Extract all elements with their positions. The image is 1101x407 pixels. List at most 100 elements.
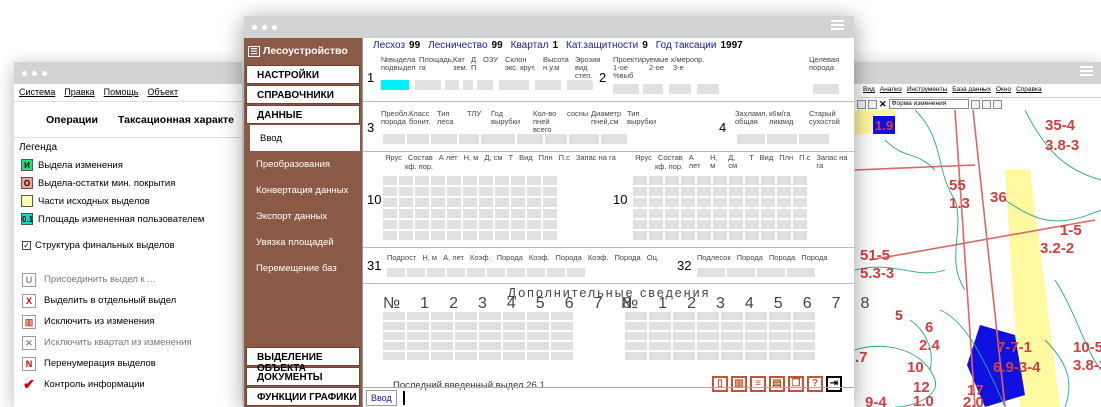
main-window: ☰ Лесоустройство НАСТРОЙКИ СПРАВОЧНИКИ Д… bbox=[244, 16, 869, 407]
menu-help[interactable]: Помощь bbox=[104, 87, 139, 98]
close-icon[interactable]: ✕ bbox=[879, 99, 887, 110]
extra-right-grid[interactable] bbox=[625, 312, 815, 360]
op-exclude-quarter[interactable]: ✕ Исключить квартал из изменения bbox=[22, 332, 242, 353]
col-header: Коэф. bbox=[587, 253, 609, 262]
col-header: Подрост bbox=[387, 253, 417, 262]
layer-select[interactable]: Форма изменения bbox=[888, 99, 969, 109]
target-species-input[interactable] bbox=[813, 84, 839, 94]
slope-input[interactable] bbox=[499, 80, 529, 90]
tool-icon[interactable] bbox=[992, 99, 1002, 109]
category-input[interactable] bbox=[445, 80, 459, 90]
checkbox[interactable]: ✓ bbox=[22, 241, 31, 250]
col-header: Порода bbox=[768, 253, 796, 262]
block32-inputs[interactable] bbox=[697, 268, 815, 277]
col-header: Класс бонит. bbox=[409, 109, 431, 126]
op-renumber[interactable]: N Перенумерация выделов bbox=[22, 353, 242, 374]
hamburger-icon[interactable] bbox=[831, 20, 844, 30]
menu-window[interactable]: Окно bbox=[996, 86, 1011, 95]
measure2-input[interactable] bbox=[669, 84, 691, 94]
col-header: П.с bbox=[799, 153, 811, 162]
menu-help[interactable]: Справка bbox=[1016, 86, 1042, 95]
section-graphics[interactable]: ФУНКЦИИ ГРАФИКИ bbox=[246, 387, 360, 406]
tool-icon[interactable] bbox=[981, 99, 991, 109]
block-number: 32 bbox=[677, 258, 692, 273]
dp-input[interactable] bbox=[463, 80, 473, 90]
submenu-input[interactable]: Ввод bbox=[246, 125, 360, 151]
col-header: Старый сухостой bbox=[809, 109, 840, 126]
header-value: 1 bbox=[552, 40, 559, 51]
command-input[interactable] bbox=[402, 390, 405, 405]
hamburger-icon[interactable] bbox=[1080, 66, 1093, 76]
operations-window: Система Правка Помощь Объект Операции Та… bbox=[14, 62, 242, 407]
map-label: 1-5 bbox=[1060, 222, 1082, 239]
menu-analysis[interactable]: Анализ bbox=[880, 86, 902, 95]
menu-edit[interactable]: Правка bbox=[64, 87, 94, 98]
tool-icon[interactable] bbox=[868, 99, 877, 109]
col-header: ОЗУ bbox=[483, 55, 499, 64]
measure1-input[interactable] bbox=[613, 84, 639, 94]
section-settings[interactable]: НАСТРОЙКИ bbox=[246, 65, 360, 84]
input-button[interactable]: Ввод bbox=[366, 389, 397, 406]
col-header: 3 bbox=[477, 295, 487, 312]
menu-bar: Система Правка Помощь Объект bbox=[14, 84, 242, 102]
block10-left-grid[interactable] bbox=[383, 176, 557, 240]
extra-left-grid[interactable] bbox=[383, 312, 573, 360]
col-header: А лет bbox=[688, 153, 701, 170]
tool-icon[interactable] bbox=[857, 99, 866, 109]
menu-object[interactable]: Объект bbox=[147, 87, 178, 98]
menu-view[interactable]: Вид bbox=[863, 86, 875, 95]
map-menu-bar: Вид Анализ Инструменты База данных Окно … bbox=[859, 84, 1101, 98]
op-separate[interactable]: X Выделить в отдельный выдел bbox=[22, 290, 242, 311]
col-header: №выдела подвыдел bbox=[381, 55, 416, 72]
col-header: 8 bbox=[860, 295, 870, 312]
sidebar-bottom: ВЫДЕЛЕНИЕ ОБЪЕКТА ДОКУМЕНТЫ ФУНКЦИИ ГРАФ… bbox=[244, 346, 362, 407]
attach-icon: U bbox=[22, 272, 36, 287]
section-object[interactable]: ВЫДЕЛЕНИЕ ОБЪЕКТА bbox=[246, 347, 360, 374]
col-header: сосны bbox=[567, 109, 589, 118]
col-header: Состав bbox=[407, 153, 433, 162]
submenu-move-db[interactable]: Перемещение баз bbox=[244, 255, 362, 281]
measure3-input[interactable] bbox=[697, 84, 719, 94]
legend-title: Легенда bbox=[19, 142, 58, 153]
plot-number-input[interactable] bbox=[381, 80, 409, 90]
title-bar[interactable] bbox=[244, 16, 854, 38]
block3-inputs[interactable] bbox=[383, 134, 627, 144]
submenu-transform[interactable]: Преобразования bbox=[244, 151, 362, 177]
menu-database[interactable]: База данных bbox=[952, 86, 991, 95]
header-label: Лесхоз bbox=[373, 40, 406, 51]
map-canvas[interactable]: 1.9 35-4 3.8-3 55 1.3 36 1-5 3.2-2 51-5 … bbox=[855, 110, 1101, 407]
structure-checkbox-label: Структура финальных выделов bbox=[35, 240, 175, 251]
col-header: Вид bbox=[519, 153, 533, 162]
area-input[interactable] bbox=[415, 80, 441, 90]
block4-inputs[interactable] bbox=[737, 134, 829, 144]
title-bar[interactable] bbox=[14, 62, 242, 84]
col-header: № bbox=[383, 295, 401, 312]
erosion-input[interactable] bbox=[567, 80, 593, 90]
block2-columns: Проектируемые х/меропр. 1-ое %выб 2-ое 3… bbox=[613, 56, 743, 80]
section-directories[interactable]: СПРАВОЧНИКИ bbox=[246, 85, 360, 104]
title-bar[interactable] bbox=[835, 62, 1101, 84]
submenu-export[interactable]: Экспорт данных bbox=[244, 203, 362, 229]
structure-checkbox-row[interactable]: ✓ Структура финальных выделов bbox=[22, 240, 242, 251]
op-control[interactable]: ✔ Контроль информации bbox=[22, 374, 242, 395]
op-exclude[interactable]: ▥ Исключить из изменения bbox=[22, 311, 242, 332]
section-data[interactable]: ДАННЫЕ bbox=[246, 105, 360, 124]
height-input[interactable] bbox=[535, 80, 561, 90]
menu-system[interactable]: Система bbox=[19, 87, 55, 98]
block-3-4: 3 Преобл. порода Класс бонит. Тип леса Т… bbox=[363, 102, 855, 152]
tab-taxation[interactable]: Таксационная характе bbox=[108, 114, 244, 126]
block31-inputs[interactable] bbox=[387, 268, 585, 277]
block10-right-grid[interactable] bbox=[633, 176, 807, 240]
measure1-pct-input[interactable] bbox=[643, 84, 663, 94]
submenu-convert[interactable]: Конвертация данных bbox=[244, 177, 362, 203]
col-header: Год вырубки bbox=[491, 109, 521, 126]
menu-tools[interactable]: Инструменты bbox=[907, 86, 948, 95]
block10-right-subheader: кф. пор. bbox=[655, 163, 689, 171]
block1-columns: №выдела подвыдел Площадь, га Кат зем. Д … bbox=[381, 56, 607, 80]
ozu-input[interactable] bbox=[477, 80, 493, 90]
tab-operations[interactable]: Операции bbox=[36, 114, 108, 126]
tool-icon[interactable] bbox=[970, 99, 980, 109]
submenu-area-link[interactable]: Увязка площадей bbox=[244, 229, 362, 255]
menu-icon[interactable]: ☰ bbox=[248, 45, 260, 57]
op-attach[interactable]: U Присоединить выдел к ... bbox=[22, 269, 242, 290]
